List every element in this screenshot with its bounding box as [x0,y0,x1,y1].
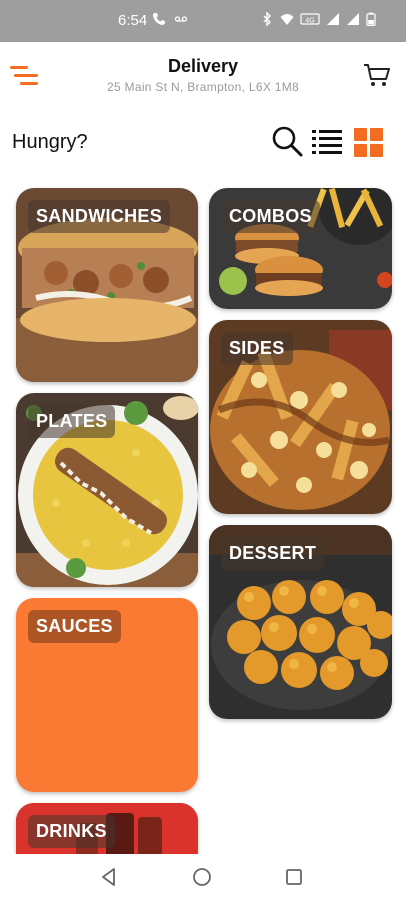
category-tile-plates[interactable]: PLATES [16,393,198,587]
category-label: SAUCES [28,610,121,643]
status-time: 6:54 [118,12,148,29]
wifi-icon [280,14,294,25]
signal-icon [327,13,339,25]
search-icon[interactable] [270,124,304,158]
list-view-icon[interactable] [310,126,344,156]
signal-icon [347,13,359,25]
category-label: PLATES [28,405,116,438]
category-label: SANDWICHES [28,200,171,233]
category-tile-sauces[interactable]: SAUCES [16,598,198,792]
category-label: DESSERT [221,537,325,570]
category-tile-dessert[interactable]: DESSERT [209,525,392,719]
category-tile-combos[interactable]: COMBOS [209,188,392,309]
back-icon[interactable] [98,866,120,888]
page-title: Delivery [167,56,239,76]
home-icon[interactable] [191,866,213,888]
greeting-heading: Hungry? [12,131,88,153]
svg-text:4G: 4G [305,18,314,25]
cart-icon[interactable] [362,60,392,90]
category-label: COMBOS [221,200,320,233]
app-header: Delivery 25 Main St N, Brampton, L6X 1M8 [0,42,406,114]
status-bar: 6:54 4G [0,0,406,42]
phone-icon [153,13,165,25]
category-tile-sides[interactable]: SIDES [209,320,392,514]
grid-view-icon[interactable] [354,128,384,158]
category-label: SIDES [221,332,293,365]
volte-icon: 4G [300,13,320,25]
category-label: DRINKS [28,815,115,848]
recents-icon[interactable] [283,866,305,888]
delivery-address[interactable]: 25 Main St N, Brampton, L6X 1M8 [0,80,406,94]
battery-icon [366,12,376,26]
category-tile-sandwiches[interactable]: SANDWICHES [16,188,198,382]
voicemail-icon [174,16,188,22]
system-nav-bar [0,854,406,900]
bluetooth-icon [263,12,271,26]
